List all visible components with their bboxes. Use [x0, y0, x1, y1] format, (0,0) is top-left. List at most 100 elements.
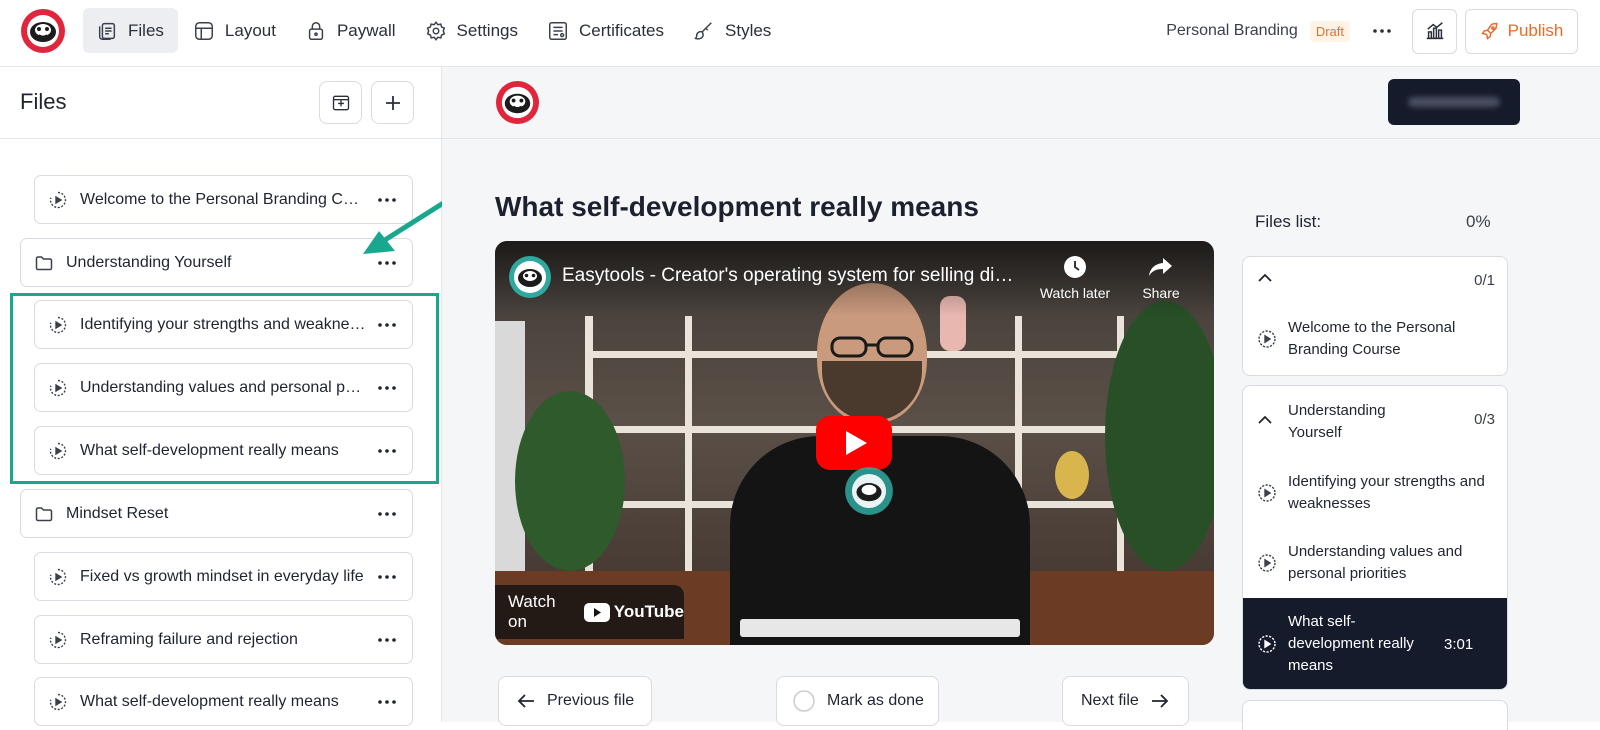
section-title: Understanding Yourself	[1288, 402, 1386, 441]
nav-files-label: Files	[128, 20, 164, 40]
nav-layout[interactable]: Layout	[180, 8, 290, 53]
watermark-logo	[844, 466, 894, 516]
youtube-logo: YouTube	[583, 602, 684, 622]
main-nav: Files Layout Paywall Settings Certificat…	[83, 8, 785, 53]
analytics-button[interactable]	[1412, 8, 1457, 54]
files-icon	[96, 20, 118, 42]
course-name: Personal Branding	[1166, 22, 1298, 39]
sidebar-folder-label: Mindset Reset	[66, 504, 169, 522]
channel-logo[interactable]	[508, 255, 552, 299]
plus-icon	[384, 94, 402, 112]
highlight-annotation-box	[10, 293, 439, 484]
nav-paywall[interactable]: Paywall	[292, 8, 410, 53]
files-list-item[interactable]: Understanding values and personal priori…	[1243, 528, 1507, 598]
scene-plant	[1105, 301, 1214, 571]
section-count: 0/1	[1474, 272, 1495, 289]
sidebar-file-self-development-2[interactable]: What self-development really means	[34, 677, 413, 726]
video-file-icon	[48, 630, 68, 650]
row-menu-icon[interactable]	[374, 692, 400, 712]
folder-icon	[34, 504, 54, 524]
lesson-title: What self-development really means	[495, 191, 979, 222]
arrow-right-icon	[1151, 693, 1169, 709]
share-button[interactable]: Share	[1116, 255, 1206, 301]
video-title[interactable]: Easytools - Creator's operating system f…	[562, 265, 1022, 287]
youtube-icon	[583, 602, 610, 622]
watch-later-label: Watch later	[1039, 285, 1111, 301]
nav-settings[interactable]: Settings	[412, 8, 532, 53]
add-file-button[interactable]	[371, 81, 414, 124]
blurred-header-button[interactable]	[1388, 79, 1520, 125]
rocket-icon	[1480, 21, 1500, 41]
nav-layout-label: Layout	[224, 20, 276, 40]
mark-as-done-button[interactable]: Mark as done	[776, 676, 939, 726]
files-list-item-label: Understanding values and personal priori…	[1288, 543, 1463, 582]
files-list-item[interactable]: Welcome to the Personal Branding Course	[1243, 303, 1507, 375]
lock-icon	[305, 20, 327, 42]
brush-icon	[693, 20, 715, 42]
scene-shelf	[685, 316, 692, 576]
publish-label: Publish	[1507, 21, 1564, 40]
youtube-play-button[interactable]	[816, 416, 892, 470]
course-preview: What self-development really means Easyt…	[442, 67, 1600, 730]
sidebar-file-label: Fixed vs growth mindset in everyday life	[80, 567, 364, 585]
certificate-icon	[547, 20, 569, 42]
files-list-item-label: What self-development really means	[1288, 613, 1414, 674]
nav-certificates-label: Certificates	[578, 20, 665, 40]
previous-file-button[interactable]: Previous file	[498, 676, 652, 726]
video-player[interactable]: Easytools - Creator's operating system f…	[495, 241, 1214, 645]
folder-icon	[34, 253, 54, 273]
nav-files[interactable]: Files	[83, 8, 178, 53]
gear-icon	[425, 20, 447, 42]
watch-on-youtube-button[interactable]: Watch on YouTube	[495, 585, 684, 639]
sidebar-file-fixed-vs-growth[interactable]: Fixed vs growth mindset in everyday life	[34, 552, 413, 601]
chevron-up-icon	[1258, 273, 1272, 282]
status-badge: Draft	[1309, 20, 1350, 42]
sidebar-file-label: What self-development really means	[80, 692, 339, 710]
circle-check-icon	[793, 690, 815, 712]
sidebar-folder-mindset-reset[interactable]: Mindset Reset	[20, 489, 413, 538]
publish-button[interactable]: Publish	[1465, 8, 1578, 54]
sidebar-folder-label: Understanding Yourself	[66, 253, 232, 271]
clock-icon	[1030, 255, 1120, 279]
nav-certificates[interactable]: Certificates	[534, 8, 678, 53]
top-right-actions: Personal Branding Draft Publish	[1166, 8, 1600, 54]
video-file-icon	[48, 190, 68, 210]
share-icon	[1116, 255, 1206, 279]
section-header[interactable]: Understanding Yourself 0/3	[1243, 386, 1507, 458]
files-list-item[interactable]: Identifying your strengths and weaknesse…	[1243, 458, 1507, 528]
previous-file-label: Previous file	[547, 692, 635, 709]
sidebar-file-reframing-failure[interactable]: Reframing failure and rejection	[34, 615, 413, 664]
files-panel-title: Files	[20, 89, 67, 114]
next-file-button[interactable]: Next file	[1062, 676, 1189, 726]
sloth-logo[interactable]	[20, 8, 66, 54]
analytics-icon	[1424, 20, 1446, 42]
next-file-label: Next file	[1081, 692, 1139, 709]
watch-later-button[interactable]: Watch later	[1030, 255, 1120, 301]
section-header[interactable]: 0/1	[1243, 257, 1507, 303]
files-list-item-active[interactable]: What self-development really means 3:01	[1243, 598, 1507, 689]
video-file-icon	[1257, 553, 1277, 573]
video-file-icon	[48, 692, 68, 712]
files-list-item-label: Identifying your strengths and weaknesse…	[1288, 473, 1485, 512]
duration-label: 3:01	[1444, 635, 1474, 653]
more-options-button[interactable]	[1368, 17, 1396, 45]
sidebar-file-label: Reframing failure and rejection	[80, 630, 298, 648]
nav-styles[interactable]: Styles	[680, 8, 785, 53]
files-list-item-label: Welcome to the Personal Branding Course	[1288, 319, 1456, 358]
youtube-label: YouTube	[613, 602, 684, 621]
section-count: 0/3	[1474, 411, 1495, 428]
preview-logo	[495, 80, 540, 125]
mark-as-done-label: Mark as done	[827, 692, 924, 709]
nav-styles-label: Styles	[725, 20, 772, 40]
files-list-progress: 0%	[1466, 212, 1491, 231]
add-folder-button[interactable]	[319, 81, 362, 124]
row-menu-icon[interactable]	[374, 567, 400, 587]
layout-icon	[193, 20, 215, 42]
files-list-section-understanding: Understanding Yourself 0/3 Identifying y…	[1242, 385, 1508, 690]
row-menu-icon[interactable]	[374, 504, 400, 524]
watch-on-label: Watch on	[508, 592, 556, 631]
files-list-section-next	[1242, 700, 1508, 730]
row-menu-icon[interactable]	[374, 630, 400, 650]
scene-person-beard	[822, 361, 922, 421]
video-file-icon	[1257, 634, 1277, 654]
